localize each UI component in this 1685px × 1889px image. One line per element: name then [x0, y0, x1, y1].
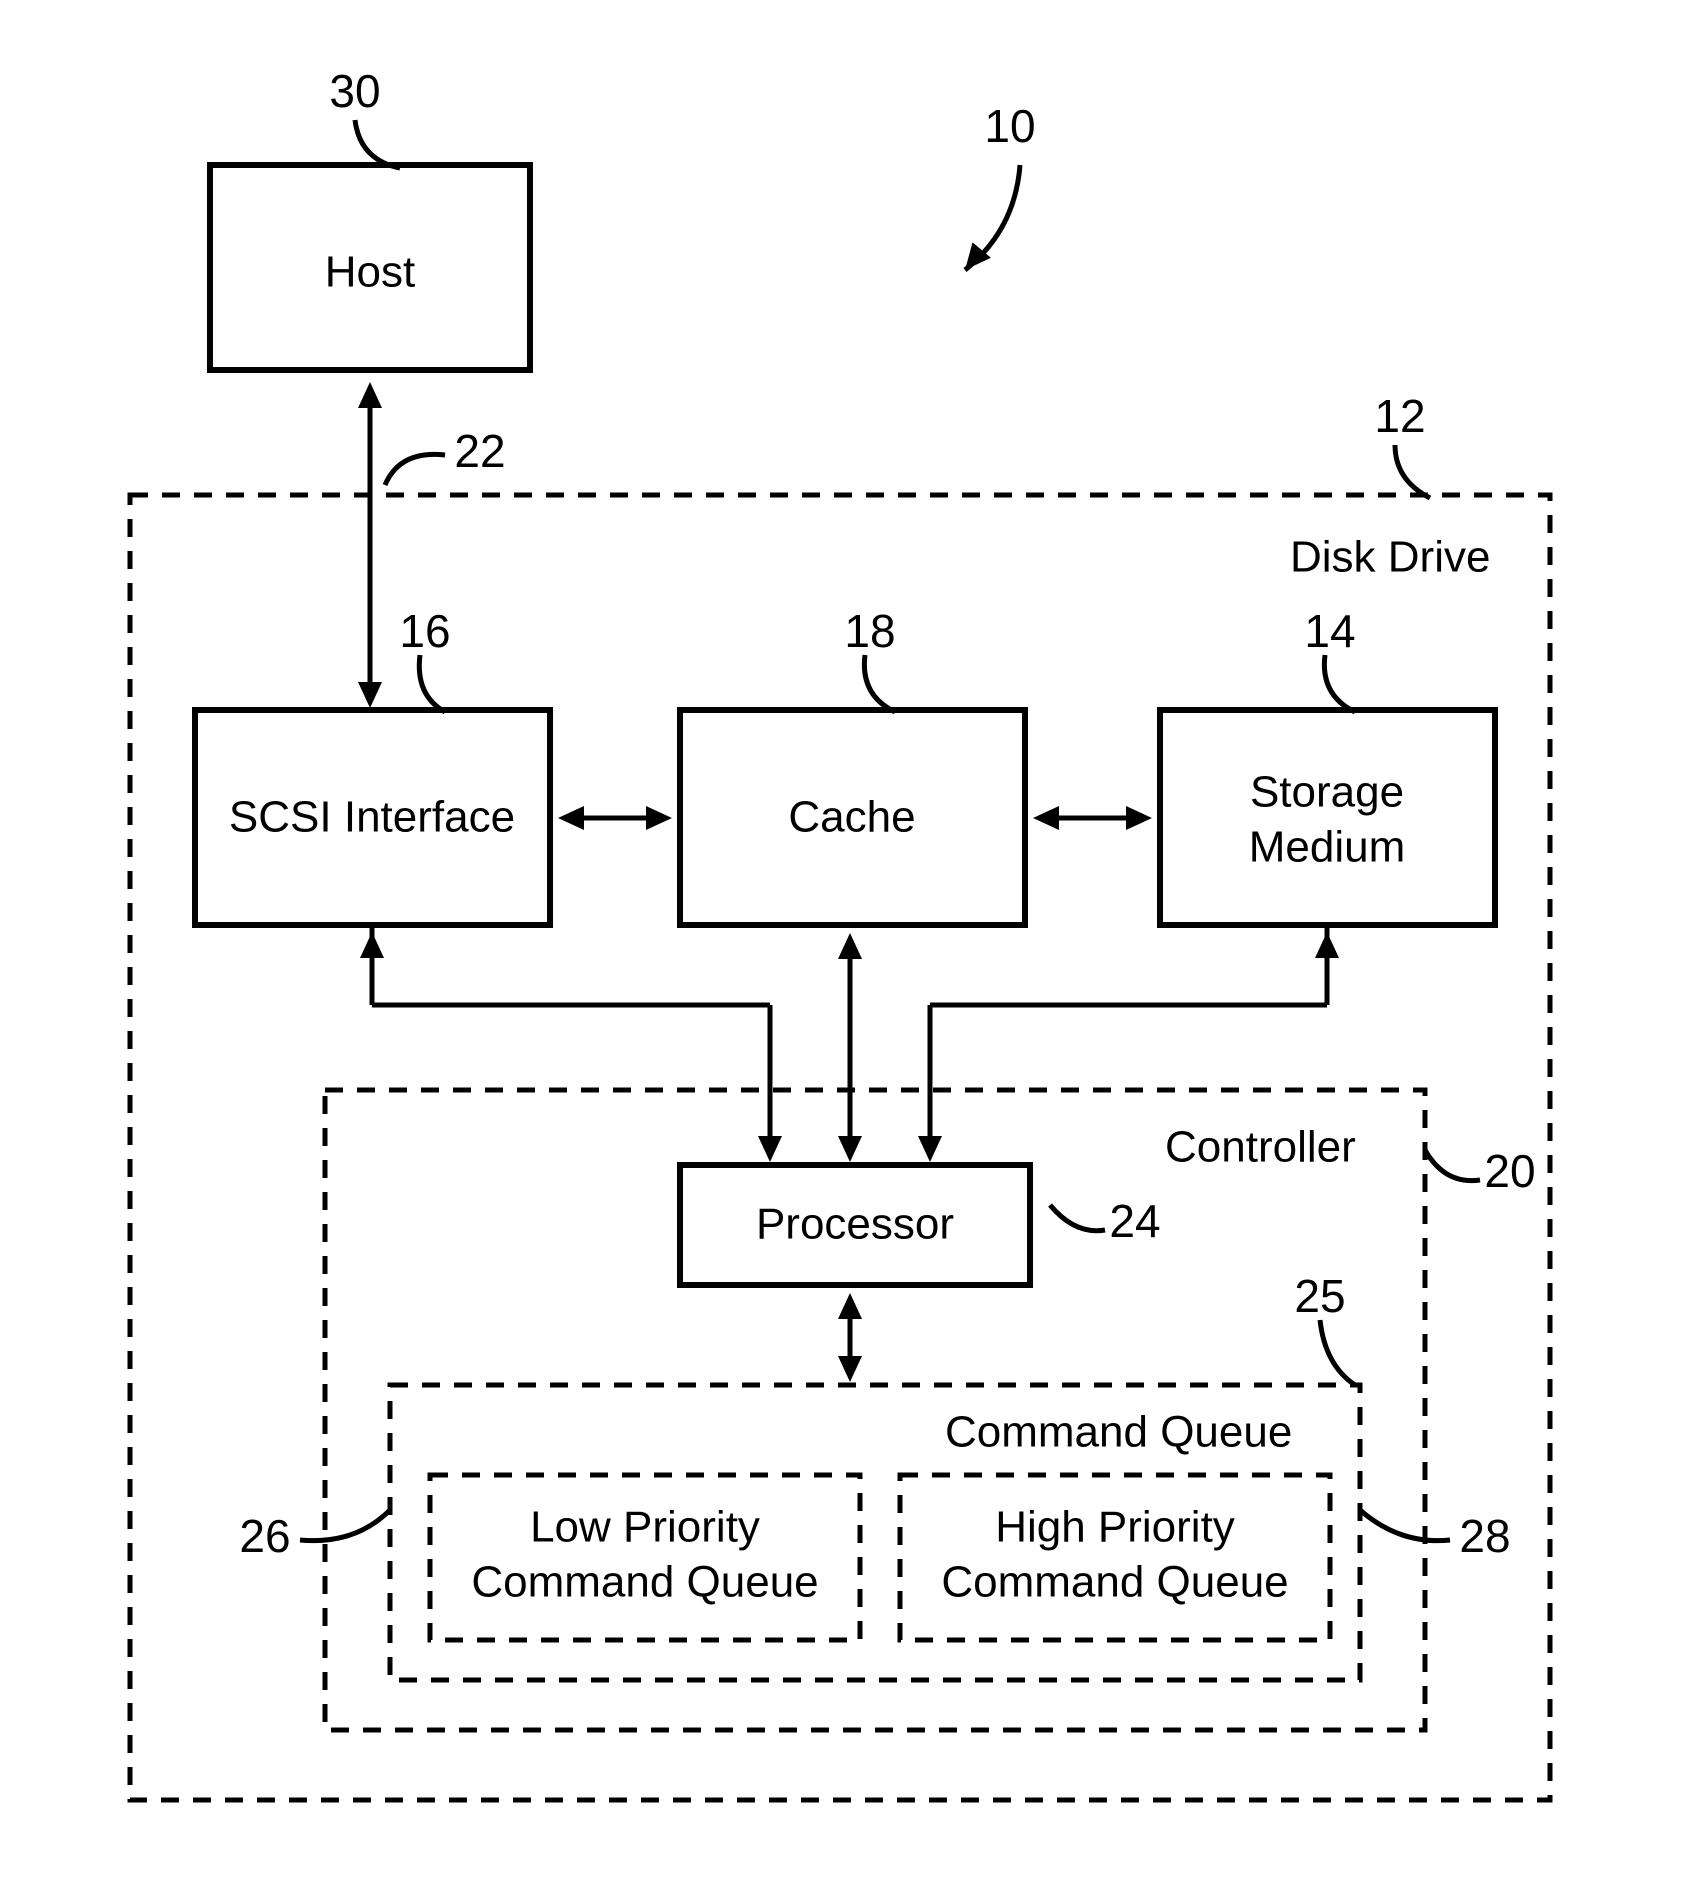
ref-18: 18: [844, 605, 895, 657]
low-priority-label-1: Low Priority: [530, 1503, 760, 1552]
storage-medium-label-1: Storage: [1250, 768, 1404, 817]
ref-14: 14: [1304, 605, 1355, 657]
ref-24: 24: [1109, 1195, 1160, 1247]
storage-medium-label-2: Medium: [1249, 823, 1406, 872]
high-priority-label-1: High Priority: [995, 1503, 1235, 1552]
low-priority-label-2: Command Queue: [471, 1558, 818, 1607]
ref-30: 30: [329, 65, 380, 117]
ref-10: 10: [984, 100, 1035, 152]
ref-12: 12: [1374, 390, 1425, 442]
scsi-interface-label: SCSI Interface: [229, 793, 515, 842]
ref-26: 26: [239, 1510, 290, 1562]
system-diagram: Host 30 10 Disk Drive 12 22 SCSI Interfa…: [0, 0, 1685, 1889]
storage-medium-box: [1160, 710, 1495, 925]
ref-28: 28: [1459, 1510, 1510, 1562]
high-priority-label-2: Command Queue: [941, 1558, 1288, 1607]
disk-drive-label: Disk Drive: [1290, 533, 1490, 582]
cache-label: Cache: [788, 793, 915, 842]
command-queue-label: Command Queue: [945, 1408, 1292, 1457]
controller-label: Controller: [1165, 1123, 1356, 1172]
processor-label: Processor: [756, 1200, 954, 1249]
ref-16: 16: [399, 605, 450, 657]
ref-22: 22: [454, 425, 505, 477]
ref-20: 20: [1484, 1145, 1535, 1197]
host-label: Host: [325, 248, 415, 297]
ref-25: 25: [1294, 1270, 1345, 1322]
